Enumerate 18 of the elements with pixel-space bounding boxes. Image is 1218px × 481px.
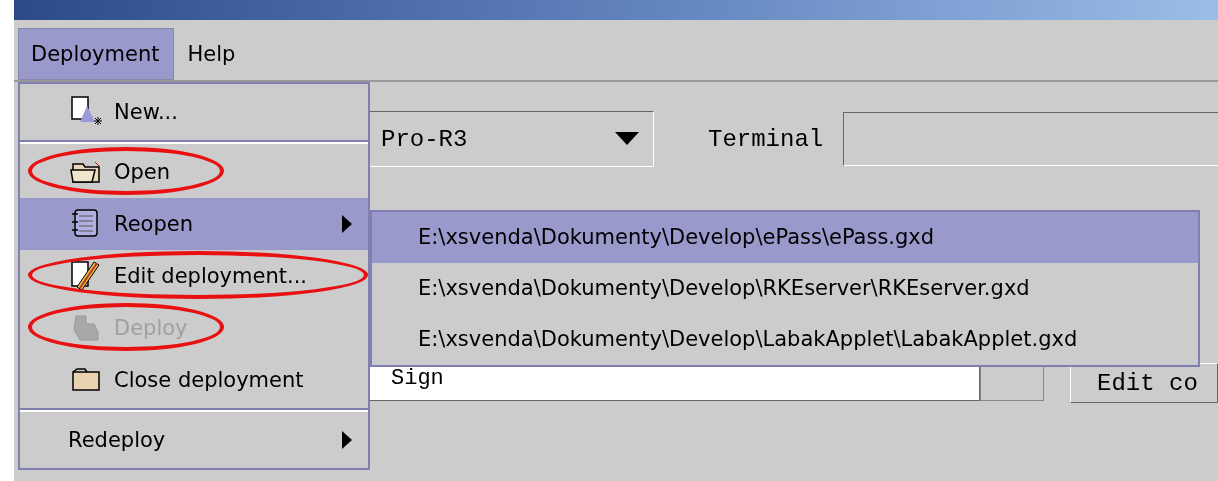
menu-item[interactable]: Redeploy [20, 414, 368, 466]
pencil-document-icon [70, 260, 102, 292]
terminal-field[interactable] [843, 112, 1218, 166]
recent-file-item[interactable]: E:\xsvenda\Dokumenty\Develop\LabakApplet\LabakApplet.gxd [372, 314, 1198, 365]
menu-item[interactable]: Edit deployment... [20, 250, 368, 302]
recent-file-item[interactable]: E:\xsvenda\Dokumenty\Develop\RKEserver\RKEserver.gxd [372, 263, 1198, 314]
recent-file-item[interactable]: E:\xsvenda\Dokumenty\Develop\ePass\ePass.gxd [372, 212, 1198, 263]
menu-title[interactable]: Help [174, 28, 251, 80]
document-icon [70, 96, 102, 128]
submenu-arrow-icon [342, 431, 352, 449]
combo-value: Pro-R3 [381, 125, 468, 153]
caret-icon [615, 132, 639, 146]
terminal-label: Terminal [708, 125, 824, 153]
menu-item[interactable]: Reopen [20, 198, 368, 250]
edit-button[interactable]: Edit co [1070, 363, 1218, 403]
menu-title[interactable]: Deployment [18, 28, 175, 80]
submenu-arrow-icon [342, 215, 352, 233]
field-value: Sign [391, 366, 445, 391]
